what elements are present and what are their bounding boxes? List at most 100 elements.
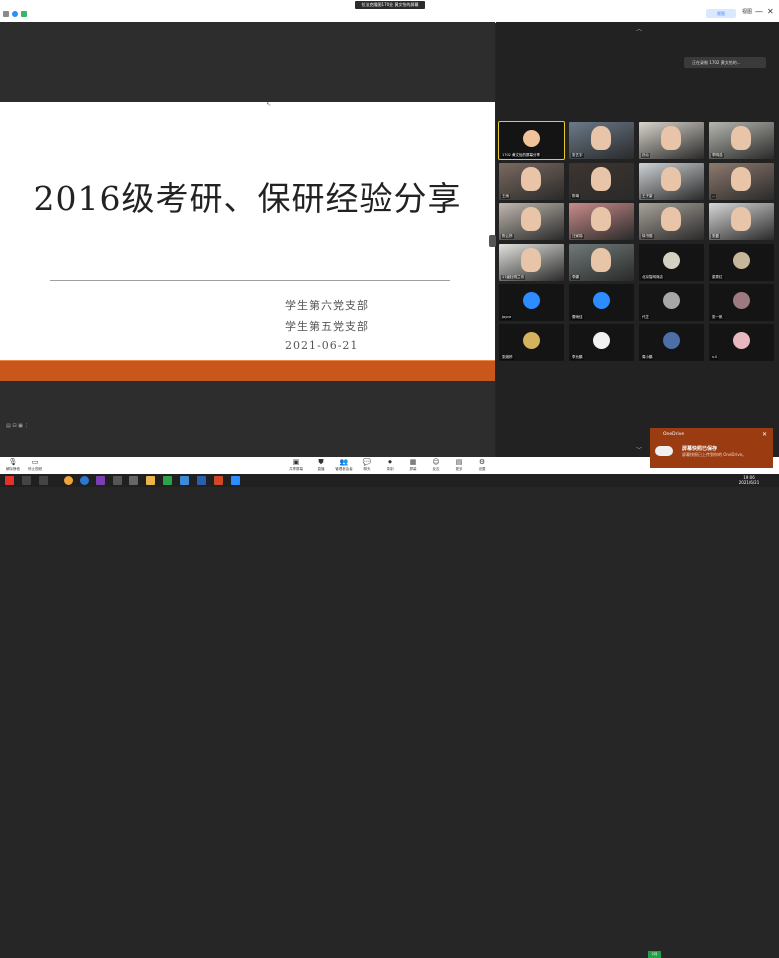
microphone-icon: 🎙 — [8, 458, 18, 466]
participant-tile[interactable]: 陈云婷 — [499, 203, 564, 240]
chat-button[interactable]: 💬 聊天 — [356, 457, 378, 474]
participant-tile[interactable]: 李娜 — [569, 244, 634, 281]
gallery-resize-handle[interactable] — [489, 235, 496, 247]
participant-tile[interactable]: 1702 黄文怡的屏幕分享 — [498, 121, 565, 160]
participant-tile[interactable]: 陈琳 — [569, 163, 634, 200]
participant-name: ... — [711, 194, 717, 199]
participant-avatar — [663, 292, 680, 309]
windows-taskbar: 2月 19:06 2021/6/21 — [0, 474, 779, 958]
powerpoint-icon[interactable] — [214, 476, 223, 485]
participants-button[interactable]: 👥 管理参会者 — [333, 457, 355, 474]
app-icon[interactable] — [113, 476, 122, 485]
participant-tile[interactable]: 17级杜明兰讯 — [499, 244, 564, 281]
participant-name: 1702 黄文怡的屏幕分享 — [501, 153, 542, 158]
folder-icon[interactable] — [146, 476, 155, 485]
zoom-icon[interactable] — [231, 476, 240, 485]
participant-avatar — [663, 332, 680, 349]
settings-button[interactable]: ⚙ 设置 — [471, 457, 493, 474]
slide-footer-bar — [0, 360, 495, 381]
participant-tile[interactable]: ... — [709, 163, 774, 200]
participant-face — [661, 207, 681, 231]
video-camera-icon: ▭ — [31, 458, 39, 466]
participant-name: 李娜 — [571, 275, 580, 280]
close-icon[interactable]: ✕ — [762, 431, 767, 438]
app-icon[interactable] — [129, 476, 138, 485]
participant-tile[interactable]: 代芷 — [639, 284, 704, 321]
participant-tile[interactable]: 王雨 — [499, 163, 564, 200]
participant-face — [731, 207, 751, 231]
slide-title: 2016级考研、保研经验分享 — [33, 179, 462, 218]
participant-name: 徐书丽 — [641, 234, 654, 239]
participant-avatar — [593, 292, 610, 309]
task-view-icon[interactable] — [39, 476, 48, 485]
signal-icon[interactable] — [21, 11, 27, 17]
participant-tile[interactable]: 汪家锦 — [569, 203, 634, 240]
participant-tile[interactable]: 徐书丽 — [639, 203, 704, 240]
participant-tile[interactable]: 孙沁 — [639, 122, 704, 159]
more-button[interactable]: ▤ 更多 — [448, 457, 470, 474]
view-button[interactable]: 视图 — [706, 9, 736, 18]
screen-button[interactable]: ▦ 屏幕 — [402, 457, 424, 474]
participant-tile[interactable]: v.ll — [709, 324, 774, 361]
participant-tile[interactable]: 张一帆 — [709, 284, 774, 321]
participant-name: 17级杜明兰讯 — [501, 275, 525, 280]
participant-name: Joyce — [501, 315, 513, 320]
shield-icon[interactable] — [12, 11, 18, 17]
gallery-scroll-up-icon[interactable]: ︿ — [636, 24, 642, 33]
view-label[interactable]: 视图 — [742, 7, 752, 17]
video-button[interactable]: ▭ 停止视频 — [24, 457, 46, 474]
participant-tile[interactable]: 张艺宇 — [569, 122, 634, 159]
participant-name: 李明浩 — [711, 153, 724, 158]
gallery-scroll-down-icon[interactable]: ﹀ — [636, 445, 642, 454]
participant-tile[interactable]: 李明浩 — [709, 122, 774, 159]
participant-avatar — [523, 292, 540, 309]
gear-icon: ⚙ — [478, 458, 486, 466]
chat-bubble-icon: 💬 — [362, 458, 372, 466]
reactions-button[interactable]: ☺ 反应 — [425, 457, 447, 474]
participant-tile[interactable]: 周小鹏 — [639, 324, 704, 361]
app-icon — [3, 11, 9, 17]
edge-icon[interactable] — [80, 476, 89, 485]
participant-tile[interactable]: 李允鹏 — [569, 324, 634, 361]
participant-face — [591, 167, 611, 191]
participant-name: 梁秀红 — [711, 275, 724, 280]
wechat-icon[interactable] — [163, 476, 172, 485]
minimize-button[interactable]: — — [755, 7, 763, 17]
onenote-icon[interactable] — [96, 476, 105, 485]
system-clock[interactable]: 19:06 2021/6/21 — [737, 475, 761, 485]
participant-name: 张艺宇 — [571, 153, 584, 158]
share-screen-icon: ▣ — [292, 458, 300, 466]
record-button[interactable]: ⏺ 录制 — [379, 457, 401, 474]
start-icon[interactable] — [5, 476, 14, 485]
security-button[interactable]: ⛊ 直播 — [310, 457, 332, 474]
notification-title: 屏幕快照已保存 — [682, 446, 718, 452]
participant-tile[interactable]: 蕾雨佳 — [569, 284, 634, 321]
mute-button[interactable]: 🎙 解除静音 — [2, 457, 24, 474]
participant-tile[interactable]: 张婉婷 — [499, 324, 564, 361]
cloud-icon — [655, 446, 673, 456]
participant-face — [591, 207, 611, 231]
participant-tile[interactable]: Joyce — [499, 284, 564, 321]
word-icon[interactable] — [197, 476, 206, 485]
participant-tile[interactable]: 梁秀红 — [709, 244, 774, 281]
chrome-icon[interactable] — [64, 476, 73, 485]
search-icon[interactable] — [22, 476, 31, 485]
tray-badge[interactable]: 2月 — [648, 951, 661, 958]
app-icon[interactable] — [180, 476, 189, 485]
participant-avatar — [663, 252, 680, 269]
share-toolbar-icons[interactable]: ▤ ⊟ ▣ ⋮ — [6, 423, 29, 429]
participant-name: 张磊 — [711, 234, 720, 239]
participant-avatar — [593, 332, 610, 349]
participant-face — [591, 126, 611, 150]
close-button[interactable]: ✕ — [767, 7, 774, 17]
people-icon: 👥 — [339, 458, 349, 466]
recording-indicator[interactable]: 正在录制 1702 黄文怡的... — [684, 57, 766, 68]
participant-tile[interactable]: 北京智网商店 — [639, 244, 704, 281]
participant-tile[interactable]: 王子豪 — [639, 163, 704, 200]
participant-avatar — [733, 292, 750, 309]
participant-tile[interactable]: 张磊 — [709, 203, 774, 240]
share-screen-button[interactable]: ▣ 共享屏幕 — [285, 457, 307, 474]
participant-name: v.ll — [711, 355, 718, 360]
participant-name: 王雨 — [501, 194, 510, 199]
participant-face — [591, 248, 611, 272]
